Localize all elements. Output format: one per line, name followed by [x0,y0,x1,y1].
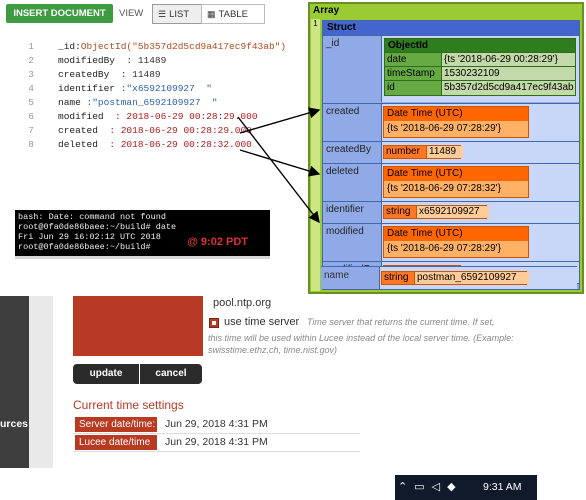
datetime-type[interactable]: Date Time (UTC) [384,107,528,121]
current-time-settings-heading: Current time settings [73,398,184,412]
time-server-description-detail: this time will be used within Lucee inst… [208,333,514,355]
struct-dump: Struct _id ObjectId date {ts '2018-06-29 … [322,20,580,290]
taskbar-clock[interactable]: 9:31 AM [483,481,522,493]
app-tray-icon[interactable]: ◆ [447,481,462,493]
admin-sidebar: urces [0,296,29,468]
struct-row-id: _id ObjectId date {ts '2018-06-29 00:28:2… [323,35,579,102]
time-row-label: Lucee date/time [75,435,157,450]
objectid-dump: ObjectId date {ts '2018-06-29 00:28:29'} … [384,38,576,96]
list-view-button[interactable]: ☰ LIST [152,4,204,24]
objectid-title[interactable]: ObjectId [385,39,575,52]
datetime-value: {ts '2018-06-29 07:28:29'} [387,243,501,254]
objectid-row: date {ts '2018-06-29 00:28:29'} [385,52,575,67]
value-text: x6592109927 [416,206,489,218]
view-label: VIEW [119,8,144,19]
network-icon[interactable]: ▭ [414,481,431,493]
terminal-shadow [15,256,270,259]
use-time-server-label: use time server [224,316,300,328]
value-type[interactable]: string [382,272,414,284]
datetime-value: {ts '2018-06-29 07:28:32'} [387,183,501,194]
time-row-label: Server date/time: [75,417,157,432]
table-view-label: TABLE [218,9,248,20]
number-dump: number 11489 [383,145,463,159]
use-time-server-checkbox[interactable] [209,318,219,328]
string-dump: string x6592109927 [383,205,489,219]
time-row-value: Jun 29, 2018 4:31 PM [165,436,268,448]
chevron-up-icon[interactable]: ⌃ [398,481,414,493]
time-server-label-cell [73,296,203,356]
table-view-button[interactable]: ▦ TABLE [201,4,265,24]
admin-gutter [29,296,53,468]
datetime-dump: Date Time (UTC) {ts '2018-06-29 07:28:29… [383,106,529,138]
struct-row-created: created Date Time (UTC) {ts '2018-06-29 … [323,103,579,141]
struct-key: created [323,104,381,141]
terminal-line: bash: Date: command not found [18,212,166,222]
value-type[interactable]: string [384,206,416,218]
string-dump: string postman_6592109927 [381,271,529,285]
update-button[interactable]: update [73,364,139,384]
cancel-button[interactable]: cancel [140,364,202,384]
struct-row-identifier: identifier string x6592109927 [323,201,579,223]
table-icon: ▦ [207,9,216,19]
insert-document-button[interactable]: INSERT DOCUMENT [6,4,113,23]
struct-row-name-overlay: name string postman_6592109927 [321,266,577,289]
array-index: 1 [311,19,320,291]
struct-row-deleted: deleted Date Time (UTC) {ts '2018-06-29 … [323,163,579,201]
struct-key: identifier [323,202,381,223]
struct-key: createdBy [323,142,381,163]
volume-icon[interactable]: ◁ [432,481,447,493]
struct-title[interactable]: Struct [323,21,579,35]
time-row: Server date/time: Jun 29, 2018 4:31 PM [73,416,360,434]
struct-key: modified [323,224,381,261]
datetime-type[interactable]: Date Time (UTC) [384,227,528,241]
struct-key: deleted [323,164,381,201]
objectid-row: timeStamp 1530232109 [385,66,575,81]
value-text: postman_6592109927 [414,272,529,284]
array-title[interactable]: Array [310,4,582,18]
time-row-value: Jun 29, 2018 4:31 PM [165,418,268,430]
datetime-dump: Date Time (UTC) {ts '2018-06-29 07:28:29… [383,226,529,258]
time-server-description: Time server that returns the current tim… [307,317,495,327]
struct-key: name [321,267,379,289]
array-dump: Array 1 Struct _id ObjectId date {ts '201… [308,2,584,294]
time-annotation: @ 9:02 PDT [187,236,248,248]
time-row: Lucee date/time Jun 29, 2018 4:31 PM [73,434,360,452]
value-type[interactable]: number [384,146,426,158]
terminal-line: root@0fa0de86baee:~/build# date [18,222,177,232]
list-view-label: LIST [169,9,190,20]
document-toolbar: INSERT DOCUMENT VIEW ☰ LIST ▦ TABLE [6,4,265,24]
terminal-window: bash: Date: command not found root@0fa0d… [15,210,270,256]
time-server-value[interactable]: pool.ntp.org [213,297,271,309]
value-text: 11489 [426,146,463,158]
struct-row-modified: modified Date Time (UTC) {ts '2018-06-29… [323,223,579,261]
datetime-type[interactable]: Date Time (UTC) [384,167,528,181]
datetime-dump: Date Time (UTC) {ts '2018-06-29 07:28:32… [383,166,529,198]
sidebar-item-resources[interactable]: urces [0,418,28,430]
list-icon: ☰ [158,9,167,19]
datetime-value: {ts '2018-06-29 07:28:29'} [387,123,501,134]
tray-icons: ⌃▭◁◆ [398,480,463,493]
objectid-row: id 5b357d2d5cd9a417ec9f43ab [385,80,575,95]
struct-key: _id [323,36,381,102]
struct-row-createdby: createdBy number 11489 [323,141,579,163]
lucee-admin-panel: urces pool.ntp.org use time server Time … [0,296,537,468]
